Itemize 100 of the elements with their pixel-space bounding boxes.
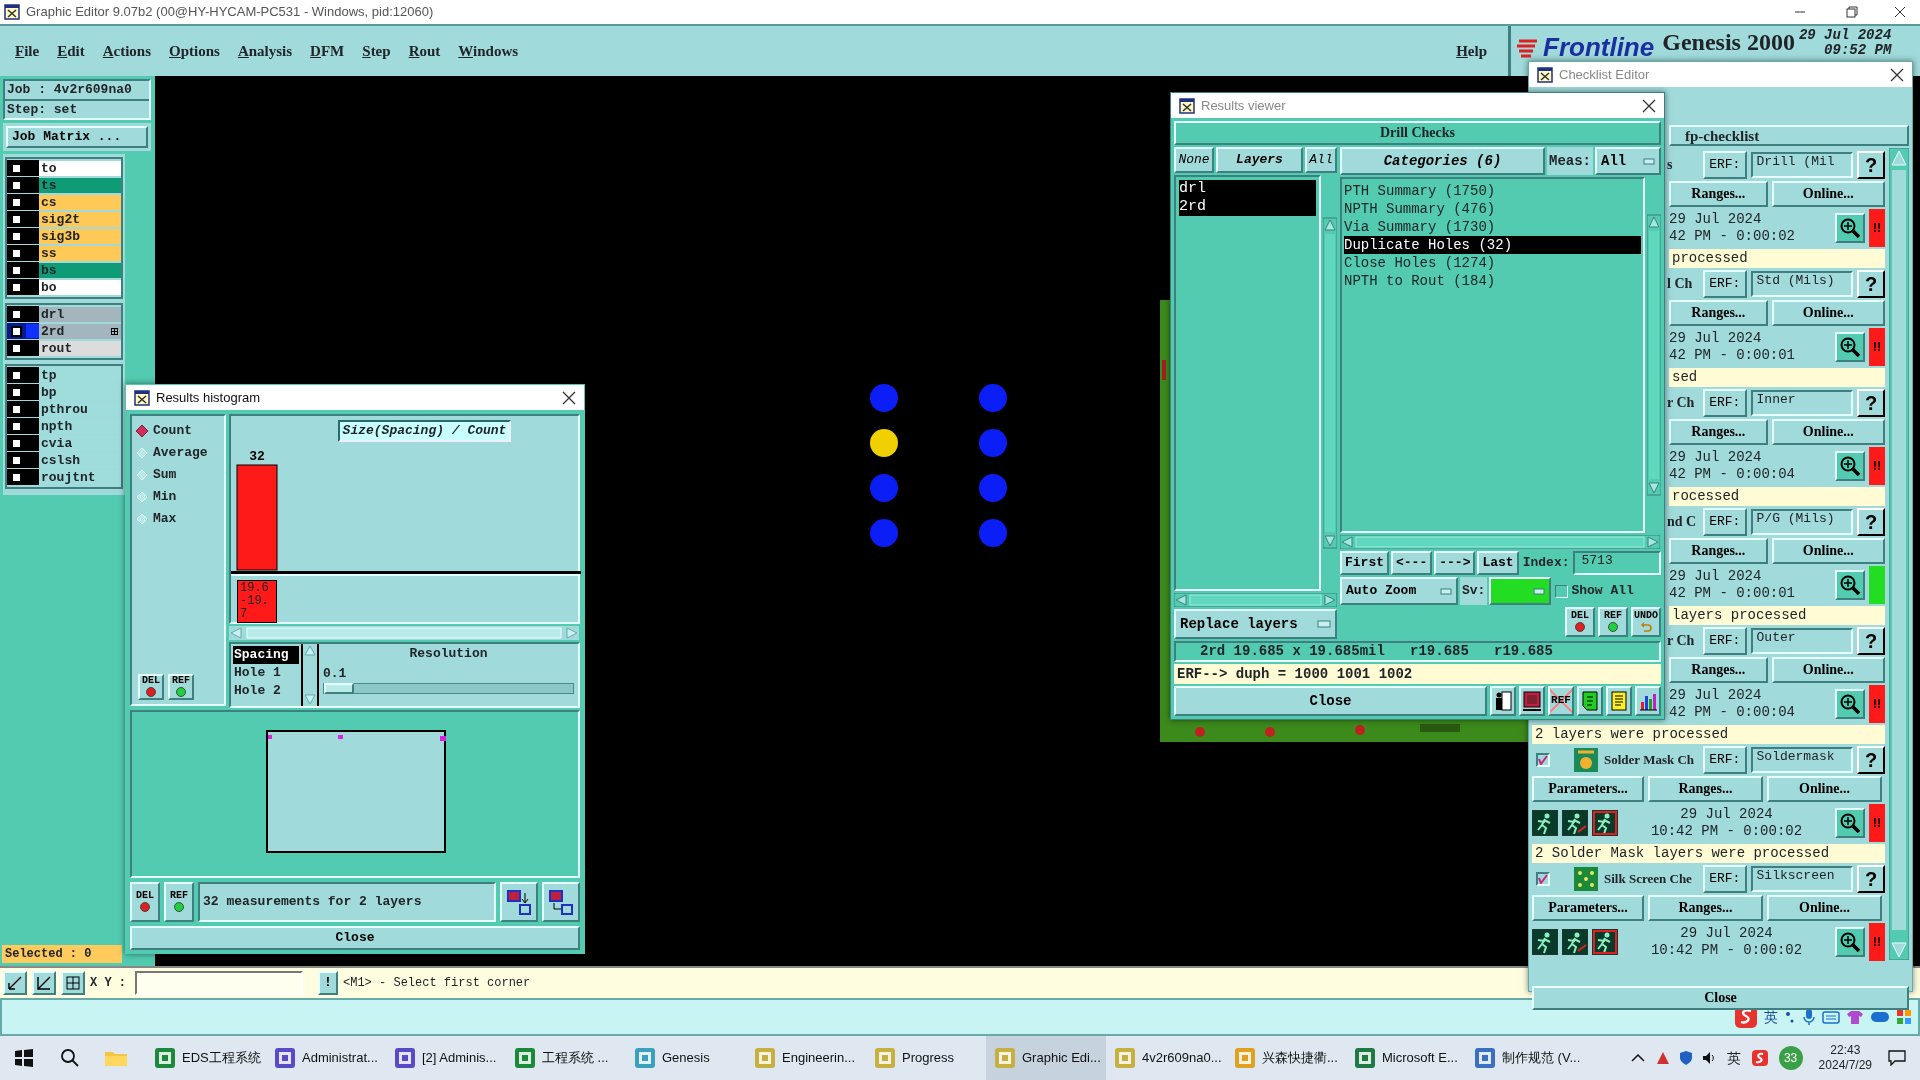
menu-item[interactable]: Edit bbox=[48, 42, 94, 60]
layer-checkbox[interactable] bbox=[11, 308, 22, 320]
check-button[interactable]: Ranges... bbox=[1648, 776, 1763, 802]
layer-name[interactable]: drl bbox=[39, 306, 121, 322]
layer-checkbox[interactable] bbox=[11, 281, 22, 293]
meas-dropdown[interactable]: All bbox=[1595, 147, 1661, 175]
erf-label[interactable]: ERF: bbox=[1703, 865, 1747, 893]
zoom-button[interactable] bbox=[1835, 808, 1865, 838]
list-item[interactable]: Duplicate Holes (32) bbox=[1344, 236, 1641, 254]
check-button[interactable]: Ranges... bbox=[1669, 419, 1768, 445]
action-button[interactable] bbox=[1577, 686, 1603, 716]
list-item[interactable]: NPTH Summary (476) bbox=[1344, 200, 1641, 218]
layer-checkbox[interactable] bbox=[11, 420, 22, 432]
taskbar-item[interactable]: 制作规范 (V... bbox=[1466, 1036, 1586, 1080]
help-button[interactable]: ? bbox=[1857, 389, 1885, 417]
alert-button[interactable]: ! bbox=[318, 971, 338, 995]
windows-logo-icon[interactable] bbox=[14, 1048, 34, 1068]
runner-icon[interactable] bbox=[1592, 810, 1618, 836]
chevron-up-icon[interactable] bbox=[1630, 1053, 1645, 1063]
runner-icon[interactable] bbox=[1592, 929, 1618, 955]
erf-field[interactable]: Outer bbox=[1750, 628, 1854, 654]
close-button[interactable]: Close bbox=[1532, 986, 1909, 1010]
menu-item[interactable]: Windows bbox=[449, 42, 528, 60]
taskbar-item[interactable]: 工程系统 ... bbox=[506, 1036, 626, 1080]
runner-icon[interactable] bbox=[1532, 810, 1558, 836]
menu-item[interactable]: DFM bbox=[301, 42, 354, 60]
layer-name[interactable]: rout bbox=[39, 340, 121, 356]
radio-option[interactable]: Average bbox=[132, 442, 224, 464]
erf-field[interactable]: Silkscreen bbox=[1750, 866, 1854, 892]
taskbar-item[interactable]: EDS工程系统 bbox=[146, 1036, 266, 1080]
undo-button[interactable]: UNDO bbox=[1631, 607, 1661, 637]
apps-icon[interactable] bbox=[1896, 1009, 1912, 1025]
delete-button[interactable]: DEL bbox=[1565, 607, 1595, 637]
check-button[interactable]: Online... bbox=[1771, 419, 1885, 445]
action-button[interactable] bbox=[1490, 686, 1516, 716]
refresh-button[interactable]: REF bbox=[1598, 607, 1628, 637]
layer-checkbox[interactable] bbox=[11, 342, 22, 354]
erf-label[interactable]: ERF: bbox=[1703, 151, 1747, 179]
nav-button[interactable]: ---> bbox=[1434, 551, 1476, 575]
zoom-button[interactable] bbox=[1835, 570, 1865, 600]
show-all-checkbox[interactable]: Show All bbox=[1555, 577, 1634, 605]
nav-button[interactable]: First bbox=[1340, 551, 1389, 575]
list-item[interactable]: drl bbox=[1179, 180, 1316, 198]
tool-button[interactable] bbox=[61, 971, 85, 995]
nav-button[interactable]: <--- bbox=[1391, 551, 1433, 575]
layer-checkbox[interactable] bbox=[11, 437, 22, 449]
all-button[interactable]: All bbox=[1305, 147, 1337, 173]
layer-checkbox[interactable] bbox=[11, 325, 22, 337]
erf-field[interactable]: Soldermask bbox=[1750, 747, 1854, 773]
check-button[interactable]: Online... bbox=[1771, 538, 1885, 564]
layer-checkbox[interactable] bbox=[11, 471, 22, 483]
check-button[interactable]: Online... bbox=[1771, 181, 1885, 207]
clock[interactable]: 22:43 2024/7/29 bbox=[1818, 1043, 1872, 1073]
check-button[interactable]: Parameters... bbox=[1532, 776, 1644, 802]
taskbar-item[interactable]: 兴森快捷衢... bbox=[1226, 1036, 1346, 1080]
layer-name[interactable]: ts bbox=[39, 177, 121, 193]
coordinate-field[interactable] bbox=[135, 971, 303, 995]
erf-label[interactable]: ERF: bbox=[1703, 746, 1747, 774]
check-button[interactable]: Online... bbox=[1771, 657, 1885, 683]
check-button[interactable]: Parameters... bbox=[1532, 895, 1644, 921]
restore-icon[interactable] bbox=[1846, 6, 1858, 18]
erf-field[interactable]: Inner bbox=[1750, 390, 1854, 416]
menu-item[interactable]: Rout bbox=[399, 42, 450, 60]
layer-name[interactable]: bo bbox=[39, 279, 121, 295]
layer-name[interactable]: bs bbox=[39, 262, 121, 278]
zoom-button[interactable] bbox=[1835, 927, 1865, 957]
notification-icon[interactable] bbox=[1888, 1050, 1906, 1066]
layer-checkbox[interactable] bbox=[11, 403, 22, 415]
layer-checkbox[interactable] bbox=[11, 179, 22, 191]
runner-icon[interactable] bbox=[1562, 929, 1588, 955]
radio-option[interactable]: Max bbox=[132, 508, 224, 530]
clear-button[interactable]: REF bbox=[1548, 686, 1574, 716]
layer-checkbox[interactable] bbox=[11, 213, 22, 225]
action-button[interactable] bbox=[1635, 686, 1661, 716]
menu-item[interactable]: Help bbox=[1447, 42, 1496, 60]
list-item[interactable]: Close Holes (1274) bbox=[1344, 254, 1641, 272]
layer-name[interactable]: to bbox=[39, 160, 121, 176]
export-button[interactable] bbox=[500, 882, 538, 922]
erf-label[interactable]: ERF: bbox=[1703, 389, 1747, 417]
keyboard-icon[interactable] bbox=[1822, 1010, 1840, 1024]
help-button[interactable]: ? bbox=[1857, 508, 1885, 536]
erf-label[interactable]: ERF: bbox=[1703, 270, 1747, 298]
vertical-scrollbar[interactable] bbox=[1889, 148, 1909, 960]
layer-name[interactable]: sig2t bbox=[39, 211, 121, 227]
punctuation-icon[interactable] bbox=[1784, 1009, 1796, 1025]
taskbar-item[interactable]: 4v2r609na0... bbox=[1106, 1036, 1226, 1080]
index-field[interactable]: 5713 bbox=[1573, 551, 1661, 575]
ime-logo-icon[interactable] bbox=[1750, 1049, 1769, 1067]
taskbar-item[interactable]: Graphic Edi... bbox=[986, 1036, 1106, 1080]
close-button[interactable]: Close bbox=[1174, 686, 1487, 716]
taskbar-item[interactable]: Microsoft E... bbox=[1346, 1036, 1466, 1080]
taskbar-item[interactable]: Administrat... bbox=[266, 1036, 386, 1080]
refresh-button[interactable]: REF bbox=[164, 882, 194, 922]
checkbox[interactable] bbox=[1536, 753, 1550, 767]
zoom-button[interactable] bbox=[1835, 689, 1865, 719]
severity-dropdown[interactable] bbox=[1489, 577, 1552, 605]
shield-icon[interactable] bbox=[1678, 1050, 1693, 1066]
radio-option[interactable]: Sum bbox=[132, 464, 224, 486]
help-button[interactable]: ? bbox=[1857, 627, 1885, 655]
list-item[interactable]: Spacing bbox=[233, 646, 299, 664]
